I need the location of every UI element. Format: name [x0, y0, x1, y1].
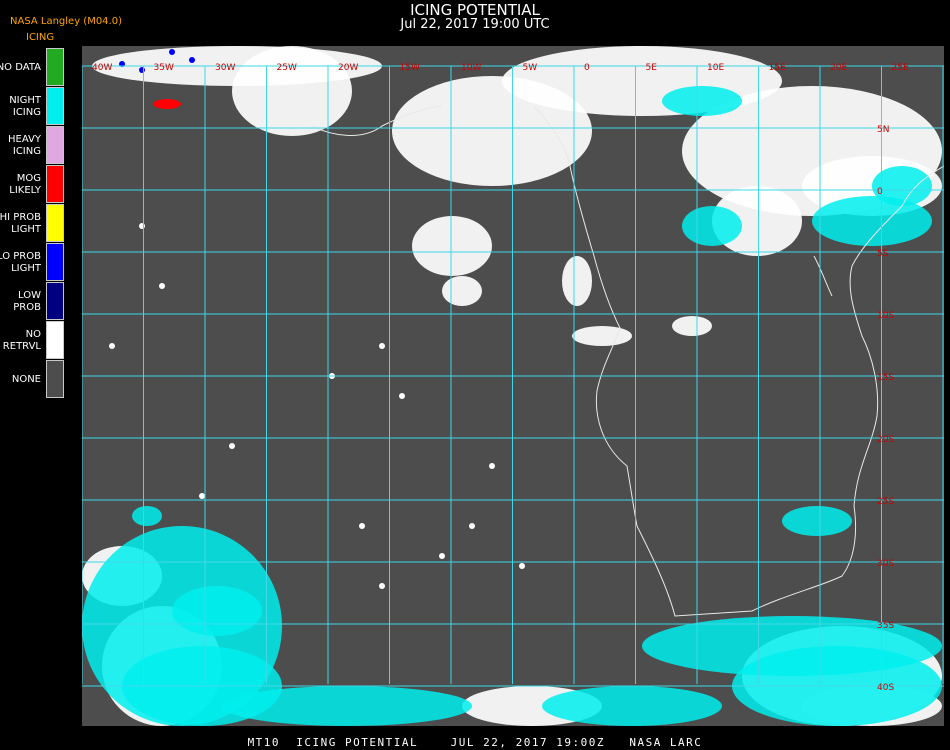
legend-item: NIGHT ICING — [0, 87, 65, 126]
cloud-fleck — [199, 493, 205, 499]
legend-item: NO DATA — [0, 48, 65, 87]
latitude-label: 40S — [877, 683, 894, 693]
legend-item: MOG LIKELY — [0, 165, 65, 204]
night-icing-cloud — [542, 686, 722, 726]
legend-title: ICING — [26, 32, 55, 43]
longitude-label: 25W — [277, 63, 297, 73]
longitude-label: 20E — [830, 63, 847, 73]
lo-prob-light-speck — [189, 57, 195, 63]
producer-label: NASA Langley (M04.0) — [10, 16, 122, 27]
legend-label: LO PROB LIGHT — [0, 250, 41, 274]
latitude-label: 30S — [877, 559, 894, 569]
cloud-fleck — [519, 563, 525, 569]
legend-item: LO PROB LIGHT — [0, 243, 65, 282]
legend-label: LOW PROB — [13, 289, 41, 313]
longitude-label: 5E — [646, 63, 658, 73]
legend-swatch — [46, 282, 64, 320]
no-retrieval-cloud — [232, 46, 352, 136]
latitude-label: 10S — [877, 311, 894, 321]
longitude-label: 20W — [338, 63, 358, 73]
legend-item: HEAVY ICING — [0, 126, 65, 165]
longitude-label: 30W — [215, 63, 235, 73]
legend-label: NO RETRVL — [2, 328, 41, 352]
cloud-fleck — [439, 553, 445, 559]
legend-swatch — [46, 126, 64, 164]
legend-swatch — [46, 204, 64, 242]
longitude-label: 35W — [154, 63, 174, 73]
night-icing-cloud — [662, 86, 742, 116]
longitude-label: 0 — [584, 63, 590, 73]
cloud-fleck — [379, 343, 385, 349]
longitude-label: 25E — [892, 63, 909, 73]
night-icing-cloud — [172, 586, 262, 636]
legend-item: NONE — [0, 360, 65, 399]
legend-swatch — [46, 48, 64, 86]
latitude-label: 35S — [877, 621, 894, 631]
legend-label: NONE — [11, 373, 41, 385]
map-timestamp: Jul 22, 2017 19:00 UTC — [400, 17, 550, 32]
cloud-fleck — [229, 443, 235, 449]
legend-item: HI PROB LIGHT — [0, 204, 65, 243]
longitude-label: 5W — [523, 63, 538, 73]
legend-label: HEAVY ICING — [8, 133, 41, 157]
latitude-label: 5N — [877, 125, 889, 135]
cloud-fleck — [159, 283, 165, 289]
night-icing-cloud — [782, 506, 852, 536]
night-icing-cloud — [132, 506, 162, 526]
legend-label: NIGHT ICING — [9, 94, 41, 118]
legend-label: MOG LIKELY — [9, 172, 41, 196]
legend-swatch — [46, 87, 64, 125]
no-retrieval-cloud — [672, 316, 712, 336]
legend-swatch — [46, 243, 64, 281]
cloud-fleck — [469, 523, 475, 529]
latitude-label: 0 — [877, 187, 883, 197]
legend-item: NO RETRVL — [0, 321, 65, 360]
lo-prob-light-speck — [169, 49, 175, 55]
latitude-label: 5S — [877, 249, 889, 259]
legend-swatch — [46, 165, 64, 203]
night-icing-cloud — [222, 686, 472, 726]
map-panel: 40W 35W 30W 25W 20W 15W 10W 5W 0 5E 10E 15E 20E 25E 5N… — [82, 46, 944, 726]
lake-outline — [813, 255, 833, 297]
icing-map: 40W 35W 30W 25W 20W 15W 10W 5W 0 5E 10E 15E 20E 25E 5N… — [82, 46, 944, 726]
night-icing-cloud — [682, 206, 742, 246]
no-retrieval-cloud — [562, 256, 592, 306]
cloud-fleck — [139, 223, 145, 229]
longitude-label: 10W — [461, 63, 481, 73]
cloud-fleck — [359, 523, 365, 529]
longitude-label: 40W — [92, 63, 112, 73]
legend-label: HI PROB LIGHT — [0, 211, 41, 235]
no-retrieval-cloud — [442, 276, 482, 306]
latitude-label: 25S — [877, 497, 894, 507]
no-retrieval-cloud — [412, 216, 492, 276]
legend-swatch — [46, 360, 64, 398]
longitude-label: 10E — [707, 63, 724, 73]
cloud-fleck — [379, 583, 385, 589]
lo-prob-light-speck — [139, 67, 145, 73]
latitude-label: 20S — [877, 435, 894, 445]
legend-label: NO DATA — [0, 61, 41, 73]
no-retrieval-cloud — [572, 326, 632, 346]
mog-likely-patch — [153, 99, 181, 109]
longitude-label: 15W — [400, 63, 420, 73]
legend-item: LOW PROB — [0, 282, 65, 321]
latitude-label: 15S — [877, 373, 894, 383]
longitude-label: 15E — [769, 63, 786, 73]
legend-swatch — [46, 321, 64, 359]
cloud-fleck — [109, 343, 115, 349]
cloud-fleck — [399, 393, 405, 399]
cloud-fleck — [489, 463, 495, 469]
footer-caption: MT10 ICING POTENTIAL JUL 22, 2017 19:00Z… — [247, 736, 703, 749]
